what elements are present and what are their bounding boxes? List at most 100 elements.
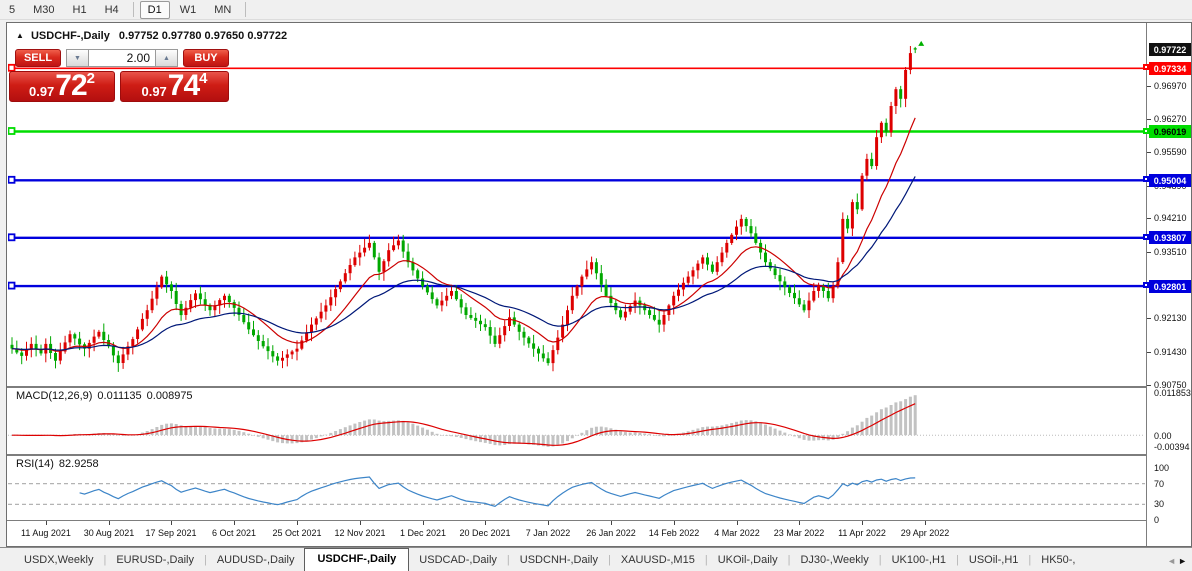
- tab-scroll-right-icon[interactable]: ►: [1178, 556, 1189, 566]
- rsi-pane[interactable]: RSI(14) 82.9258: [8, 456, 1145, 521]
- timeframe-toolbar: 5M30H1H4 D1W1MN: [0, 0, 1192, 20]
- buy-price-box[interactable]: 0.97 74 4: [120, 71, 229, 102]
- sell-button[interactable]: SELL: [15, 49, 61, 67]
- price-axis: 0.969700.962700.955900.948900.942100.935…: [1146, 23, 1191, 546]
- rsi-value: 82.9258: [59, 458, 99, 470]
- tab-dj30-weekly[interactable]: DJ30-,Weekly: [790, 550, 878, 571]
- tab-uk100-h1[interactable]: UK100-,H1: [882, 550, 956, 571]
- date-axis-tick: [109, 521, 110, 525]
- tab-usdchf-daily[interactable]: USDCHF-,Daily: [304, 548, 409, 571]
- price-level-handle[interactable]: [1143, 64, 1149, 70]
- price-level-tag[interactable]: 0.93807: [1149, 231, 1191, 244]
- price-axis-tick: [1147, 86, 1151, 87]
- timeframe-button-h4[interactable]: H4: [97, 1, 127, 19]
- date-label: 26 Jan 2022: [586, 528, 636, 538]
- buy-button[interactable]: BUY: [183, 49, 229, 67]
- volume-decrease-button[interactable]: ▼: [66, 49, 89, 67]
- rsi-chart[interactable]: [8, 456, 1145, 521]
- volume-increase-button[interactable]: ▲: [155, 49, 178, 67]
- date-axis-tick: [737, 521, 738, 525]
- price-level-tag[interactable]: 0.96019: [1149, 125, 1191, 138]
- price-level-handle[interactable]: [1143, 176, 1149, 182]
- date-label: 29 Apr 2022: [901, 528, 950, 538]
- symbol-period-label: USDCHF-,Daily: [31, 30, 110, 42]
- macd-axis-label: 0.011853: [1154, 388, 1191, 398]
- main-chart-pane[interactable]: ▲ USDCHF-,Daily 0.97752 0.97780 0.97650 …: [8, 28, 1145, 386]
- tab-usoil-h1[interactable]: USOil-,H1: [959, 550, 1029, 571]
- price-axis-tick: [1147, 385, 1151, 386]
- date-label: 30 Aug 2021: [84, 528, 135, 538]
- price-axis-tick: [1147, 318, 1151, 319]
- chart-tabs-bar: USDX,Weekly|EURUSD-,Daily|AUDUSD-,DailyU…: [0, 547, 1192, 571]
- price-level-handle[interactable]: [1143, 128, 1149, 134]
- price-level-tag[interactable]: 0.95004: [1149, 174, 1191, 187]
- price-level-tag[interactable]: 0.92801: [1149, 280, 1191, 293]
- rsi-axis-label: 0: [1154, 515, 1159, 525]
- date-label: 20 Dec 2021: [459, 528, 510, 538]
- price-level-tag[interactable]: 0.97334: [1149, 62, 1191, 75]
- macd-label: MACD(12,26,9)0.0111350.008975: [16, 390, 198, 402]
- date-axis-tick: [548, 521, 549, 525]
- macd-value: 0.011135: [97, 390, 141, 402]
- date-label: 11 Apr 2022: [838, 528, 886, 538]
- sell-price-pip: 2: [87, 73, 95, 85]
- price-level-handle[interactable]: [1143, 234, 1149, 240]
- price-axis-tick: [1147, 119, 1151, 120]
- volume-input[interactable]: [89, 49, 155, 67]
- tab-audusd-daily[interactable]: AUDUSD-,Daily: [207, 550, 305, 571]
- timeframe-button-w1[interactable]: W1: [172, 1, 205, 19]
- price-axis-label: 0.91430: [1154, 347, 1187, 357]
- tab-xauusd-m15[interactable]: XAUUSD-,M15: [611, 550, 705, 571]
- collapse-icon[interactable]: ▲: [16, 31, 24, 40]
- timeframe-button-h1[interactable]: H1: [65, 1, 95, 19]
- one-click-trading-panel: SELL ▼ ▲ BUY 0.97 72 2 0.97 74 4: [15, 49, 234, 102]
- date-label: 23 Mar 2022: [774, 528, 825, 538]
- tab-usdx-weekly[interactable]: USDX,Weekly: [14, 550, 103, 571]
- timeframe-button-d1[interactable]: D1: [140, 1, 170, 19]
- rsi-axis-label: 70: [1154, 479, 1164, 489]
- rsi-axis-label: 100: [1154, 463, 1169, 473]
- price-axis-label: 0.95590: [1154, 147, 1187, 157]
- date-axis-tick: [297, 521, 298, 525]
- tab-ukoil-daily[interactable]: UKOil-,Daily: [708, 550, 788, 571]
- buy-price-prefix: 0.97: [141, 83, 166, 100]
- price-level-tag[interactable]: 0.97722: [1149, 43, 1191, 56]
- toolbar-separator: [245, 2, 246, 17]
- chart-title: ▲ USDCHF-,Daily 0.97752 0.97780 0.97650 …: [16, 30, 287, 42]
- date-axis-tick: [485, 521, 486, 525]
- timeframe-button-m30[interactable]: M30: [25, 1, 62, 19]
- date-axis-tick: [360, 521, 361, 525]
- macd-pane[interactable]: MACD(12,26,9)0.0111350.008975: [8, 388, 1145, 454]
- date-label: 14 Feb 2022: [649, 528, 700, 538]
- price-axis-label: 0.92130: [1154, 313, 1187, 323]
- timeframe-button-mn[interactable]: MN: [206, 1, 239, 19]
- timeframe-button-5[interactable]: 5: [1, 1, 23, 19]
- price-axis-tick: [1147, 352, 1151, 353]
- date-label: 4 Mar 2022: [714, 528, 760, 538]
- tab-hk50[interactable]: HK50-,: [1031, 550, 1085, 571]
- toolbar-separator: [133, 2, 134, 17]
- date-axis: 11 Aug 202130 Aug 202117 Sep 20216 Oct 2…: [8, 521, 1146, 546]
- date-axis-tick: [925, 521, 926, 525]
- date-label: 25 Oct 2021: [272, 528, 321, 538]
- date-axis-tick: [234, 521, 235, 525]
- price-axis-label: 0.93510: [1154, 247, 1187, 257]
- price-axis-tick: [1147, 152, 1151, 153]
- date-axis-tick: [171, 521, 172, 525]
- tab-scroll-arrows: ◄►: [1167, 556, 1189, 566]
- buy-price-main: 74: [168, 72, 199, 100]
- date-axis-tick: [423, 521, 424, 525]
- rsi-title: RSI(14): [16, 458, 54, 470]
- date-label: 1 Dec 2021: [400, 528, 446, 538]
- tab-usdcad-daily[interactable]: USDCAD-,Daily: [409, 550, 507, 571]
- price-level-handle[interactable]: [1143, 282, 1149, 288]
- tab-usdcnh-daily[interactable]: USDCNH-,Daily: [510, 550, 608, 571]
- tab-eurusd-daily[interactable]: EURUSD-,Daily: [106, 550, 204, 571]
- rsi-label: RSI(14) 82.9258: [16, 458, 104, 470]
- chart-window: ▲ USDCHF-,Daily 0.97752 0.97780 0.97650 …: [6, 22, 1192, 547]
- rsi-axis-label: 30: [1154, 499, 1164, 509]
- sell-price-main: 72: [55, 72, 86, 100]
- tab-scroll-left-icon[interactable]: ◄: [1167, 556, 1178, 566]
- price-axis-label: 0.96970: [1154, 81, 1187, 91]
- sell-price-box[interactable]: 0.97 72 2: [9, 71, 115, 102]
